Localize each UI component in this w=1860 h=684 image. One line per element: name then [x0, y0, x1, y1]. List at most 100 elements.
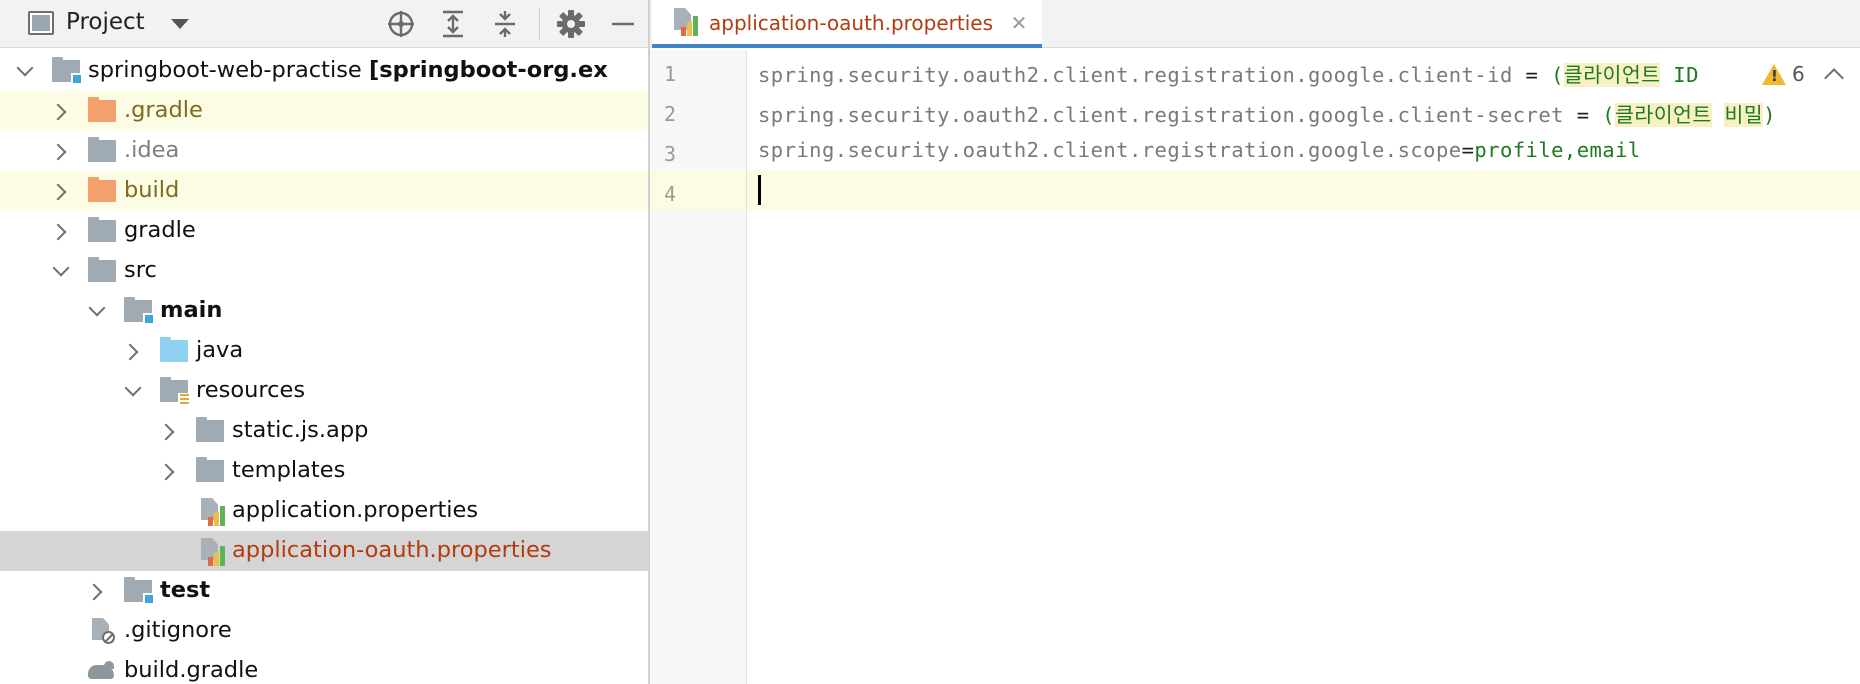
toolbar-separator: [539, 8, 540, 40]
tree-item-templates[interactable]: templates: [0, 451, 648, 491]
tree-item-label: application.properties: [232, 497, 479, 523]
property-separator: =: [1563, 103, 1603, 127]
tree-item-label: .gradle: [124, 97, 203, 123]
tree-item-gradle-cache[interactable]: .gradle: [0, 91, 648, 131]
chevron-down-icon[interactable]: [122, 381, 142, 401]
property-key: spring.security.oauth2.client.registrati…: [758, 103, 1564, 127]
close-icon[interactable]: ✕: [1008, 12, 1030, 34]
properties-file-icon: [199, 498, 225, 526]
tree-item-src[interactable]: src: [0, 251, 648, 291]
tree-item-label: .gitignore: [124, 617, 232, 643]
properties-file-icon: [672, 8, 698, 36]
line-number: 2: [664, 102, 677, 126]
properties-file-icon: [199, 538, 225, 566]
folder-icon: [196, 417, 224, 442]
tree-item-label: build: [124, 177, 180, 203]
locate-icon[interactable]: [384, 7, 418, 41]
warning-count: 6: [1792, 62, 1805, 86]
tree-item-build[interactable]: build: [0, 171, 648, 211]
property-value: (클라이언트 ID: [1551, 63, 1699, 87]
chevron-right-icon[interactable]: [122, 341, 142, 361]
tree-item-label: resources: [196, 377, 306, 403]
module-folder-icon: [124, 577, 155, 605]
chevron-down-icon[interactable]: [14, 61, 34, 81]
collapse-all-icon[interactable]: [488, 7, 522, 41]
text-cursor: [758, 175, 761, 205]
gear-icon[interactable]: [554, 7, 588, 41]
module-folder-icon: [124, 297, 155, 325]
chevron-down-icon[interactable]: [50, 261, 70, 281]
tree-item-gitignore[interactable]: .gitignore: [0, 611, 648, 651]
chevron-right-icon[interactable]: [50, 221, 70, 241]
property-value: profile,email: [1474, 138, 1641, 162]
editor-tab-bar: application-oauth.properties ✕: [650, 0, 1860, 48]
chevron-up-icon[interactable]: [1823, 68, 1844, 88]
code-line-3[interactable]: spring.security.oauth2.client.registrati…: [758, 138, 1641, 162]
project-view-icon: [28, 11, 54, 35]
property-key: spring.security.oauth2.client.registrati…: [758, 138, 1462, 162]
tree-item-idea[interactable]: .idea: [0, 131, 648, 171]
tree-item-project-root[interactable]: springboot-web-practise [springboot-org.…: [0, 51, 648, 91]
line-number: 1: [664, 62, 677, 86]
tree-item-label: main: [160, 297, 223, 323]
tree-item-label: src: [124, 257, 157, 283]
resources-folder-icon: [160, 377, 191, 406]
chevron-right-icon[interactable]: [50, 101, 70, 121]
minimize-icon[interactable]: [606, 7, 640, 41]
tree-item-static[interactable]: static.js.app: [0, 411, 648, 451]
project-tool-window: Project springboot-web-practise [springb…: [0, 0, 650, 684]
code-line-1[interactable]: spring.security.oauth2.client.registrati…: [758, 58, 1699, 88]
tree-item-application-properties[interactable]: application.properties: [0, 491, 648, 531]
tree-item-gradle[interactable]: gradle: [0, 211, 648, 251]
folder-icon: [196, 457, 224, 482]
tab-label: application-oauth.properties: [709, 11, 994, 35]
tree-item-test[interactable]: test: [0, 571, 648, 611]
current-line-highlight: [747, 170, 1860, 210]
tree-item-label: java: [196, 337, 244, 363]
excluded-folder-icon: [88, 177, 116, 202]
property-separator: =: [1512, 63, 1552, 87]
gradle-icon: [86, 661, 116, 683]
folder-icon: [88, 217, 116, 242]
tree-item-label: build.gradle: [124, 657, 259, 683]
tree-item-main[interactable]: main: [0, 291, 648, 331]
module-folder-icon: [52, 57, 83, 85]
line-number: 3: [664, 142, 677, 166]
tree-item-label: .idea: [124, 137, 180, 163]
project-header: Project: [0, 0, 648, 48]
project-view-title[interactable]: Project: [66, 9, 145, 35]
tree-item-application-oauth-properties[interactable]: application-oauth.properties: [0, 531, 648, 571]
chevron-right-icon[interactable]: [158, 461, 178, 481]
chevron-right-icon[interactable]: [50, 181, 70, 201]
source-folder-icon: [160, 337, 188, 362]
tree-item-label: application-oauth.properties: [232, 537, 552, 563]
folder-icon: [88, 257, 116, 282]
ignore-file-icon: [90, 618, 116, 646]
excluded-folder-icon: [88, 97, 116, 122]
line-number-gutter: 1 2 3 4: [650, 50, 747, 684]
tab-application-oauth-properties[interactable]: application-oauth.properties ✕: [652, 0, 1042, 48]
tree-item-java[interactable]: java: [0, 331, 648, 371]
property-value: (클라이언트 비밀): [1602, 103, 1776, 127]
inspection-widget[interactable]: 6: [1762, 60, 1844, 88]
chevron-down-icon[interactable]: [86, 301, 106, 321]
tree-item-label: templates: [232, 457, 346, 483]
tree-item-resources[interactable]: resources: [0, 371, 648, 411]
chevron-right-icon[interactable]: [50, 141, 70, 161]
editor-area: application-oauth.properties ✕ 1 2 3 4 s…: [650, 0, 1860, 684]
tree-item-build-gradle[interactable]: build.gradle: [0, 651, 648, 684]
expand-all-icon[interactable]: [436, 7, 470, 41]
warning-icon: [1762, 63, 1786, 85]
property-key: spring.security.oauth2.client.registrati…: [758, 63, 1513, 87]
tree-item-label: static.js.app: [232, 417, 369, 443]
tree-item-label: gradle: [124, 217, 196, 243]
folder-icon: [88, 137, 116, 162]
chevron-right-icon[interactable]: [158, 421, 178, 441]
code-line-2[interactable]: spring.security.oauth2.client.registrati…: [758, 98, 1776, 128]
chevron-right-icon[interactable]: [86, 581, 106, 601]
tree-item-label: test: [160, 577, 211, 603]
property-separator: =: [1461, 138, 1475, 162]
line-number: 4: [664, 182, 677, 206]
chevron-down-icon[interactable]: [171, 19, 189, 29]
tree-item-label: springboot-web-practise [springboot-org.…: [88, 57, 608, 83]
